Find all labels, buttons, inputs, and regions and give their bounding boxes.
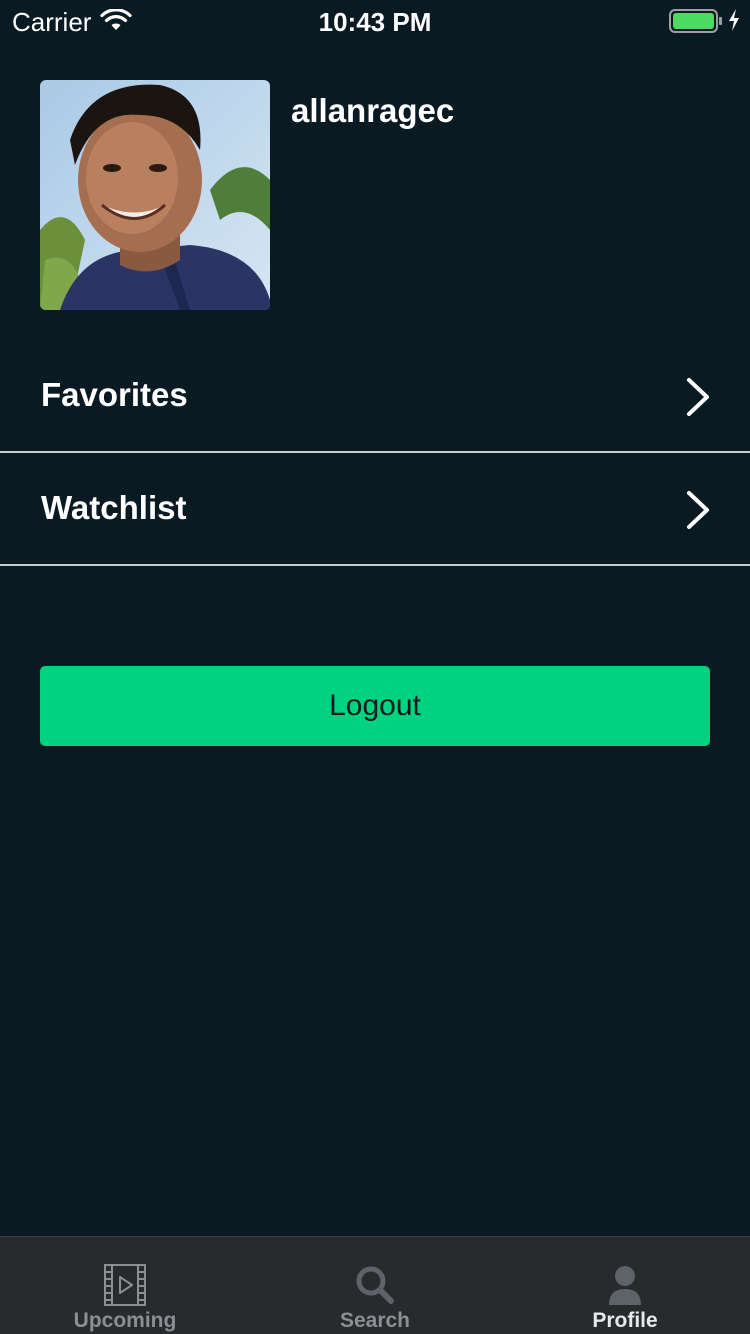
clock-label: 10:43 PM <box>318 7 432 37</box>
avatar <box>40 80 270 310</box>
person-icon <box>609 1266 641 1305</box>
chevron-right-icon <box>687 491 709 529</box>
tab-search[interactable]: Search <box>250 1237 500 1334</box>
tab-upcoming-label: Upcoming <box>73 1309 177 1332</box>
tab-profile-label: Profile <box>592 1309 658 1332</box>
chevron-right-icon <box>687 378 709 416</box>
username: allanragec <box>291 92 455 129</box>
logout-button[interactable]: Logout <box>40 666 710 746</box>
search-icon <box>356 1266 394 1304</box>
tab-search-label: Search <box>339 1309 411 1332</box>
avatar-photo <box>40 80 270 310</box>
status-bar: Carrier 10:43 PM <box>0 0 750 40</box>
battery-icon <box>669 9 722 33</box>
film-strip-icon <box>104 1264 146 1306</box>
watchlist-label: Watchlist <box>41 489 187 526</box>
tab-upcoming[interactable]: Upcoming <box>0 1237 250 1334</box>
watchlist-row[interactable]: Watchlist <box>0 453 750 566</box>
charging-bolt-icon <box>729 9 739 31</box>
tab-profile[interactable]: Profile <box>500 1237 750 1334</box>
favorites-label: Favorites <box>41 376 188 413</box>
favorites-row[interactable]: Favorites <box>0 340 750 453</box>
tab-bar: Upcoming Search Profile <box>0 1236 750 1334</box>
